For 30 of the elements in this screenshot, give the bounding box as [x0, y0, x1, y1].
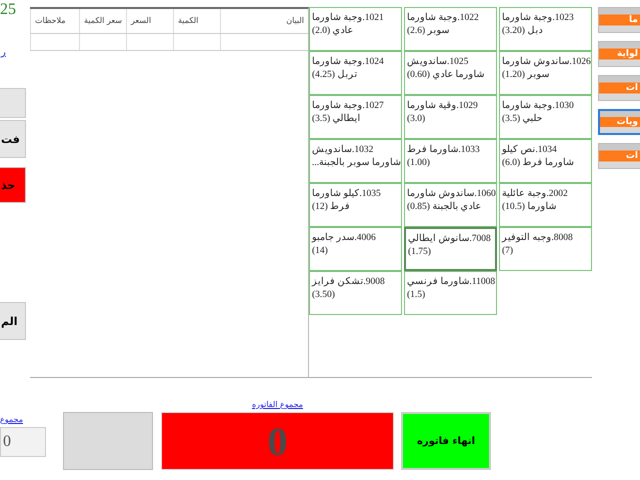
product-button[interactable]: 1030.وجبة شاورما حلبي (3.5) — [499, 95, 592, 139]
side-button[interactable] — [0, 88, 26, 118]
invoice-total-link[interactable]: مجموع الفاتوره — [252, 400, 304, 409]
column-header: ملاحظات — [30, 9, 79, 33]
invoice-total-display: 0 — [161, 412, 394, 470]
product-button[interactable]: 1026.ساندوش شاورما سوبر (1.20) — [499, 51, 592, 95]
product-button[interactable]: 1060.ساندوش شاورما عادي بالجبنة (0.85) — [404, 183, 497, 227]
column-header: الكمية — [173, 9, 220, 33]
product-button[interactable]: 1024.وجبة شاورما تربل (4.25) — [309, 51, 402, 95]
product-button[interactable]: 1034.نص كيلو شاورما فرط (6.0) — [499, 139, 592, 183]
counter-text: 25 — [0, 1, 17, 20]
column-header: سعر الكمية — [79, 9, 126, 33]
column-header: السعر — [126, 9, 173, 33]
product-button[interactable]: 1035.كيلو شاورما فرط (12) — [309, 183, 402, 227]
sum-link[interactable]: مجموع — [0, 415, 23, 424]
product-button[interactable]: 1032.ساندويش شاورما سوبر بالجبنة... — [309, 139, 402, 183]
product-button[interactable]: 1025.ساندويش شاورما عادي (0.60) — [404, 51, 497, 95]
blank-button[interactable] — [63, 412, 153, 470]
side-button[interactable]: فت — [0, 120, 26, 158]
column-header: البيان — [220, 9, 308, 33]
sum-field[interactable]: 0 — [0, 427, 46, 457]
side-button[interactable]: الم — [0, 302, 26, 340]
product-button[interactable]: 1022.وجبة شاورما سوبر (2.6) — [404, 7, 497, 51]
product-button[interactable]: 1023.وجبة شاورما دبل (3.20) — [499, 7, 592, 51]
finish-invoice-button[interactable]: انهاء فاتوره — [401, 412, 491, 470]
delete-button[interactable]: حذ — [0, 167, 26, 203]
product-button[interactable]: 1027.وجبة شاورما ايطالي (3.5) — [309, 95, 402, 139]
product-button[interactable]: 1021.وجبة شاورما عادي (2.0) — [309, 7, 402, 51]
product-button[interactable]: 2002.وجبة عائلية شاورما (10.5) — [499, 183, 592, 227]
link[interactable]: ر — [0, 47, 26, 58]
